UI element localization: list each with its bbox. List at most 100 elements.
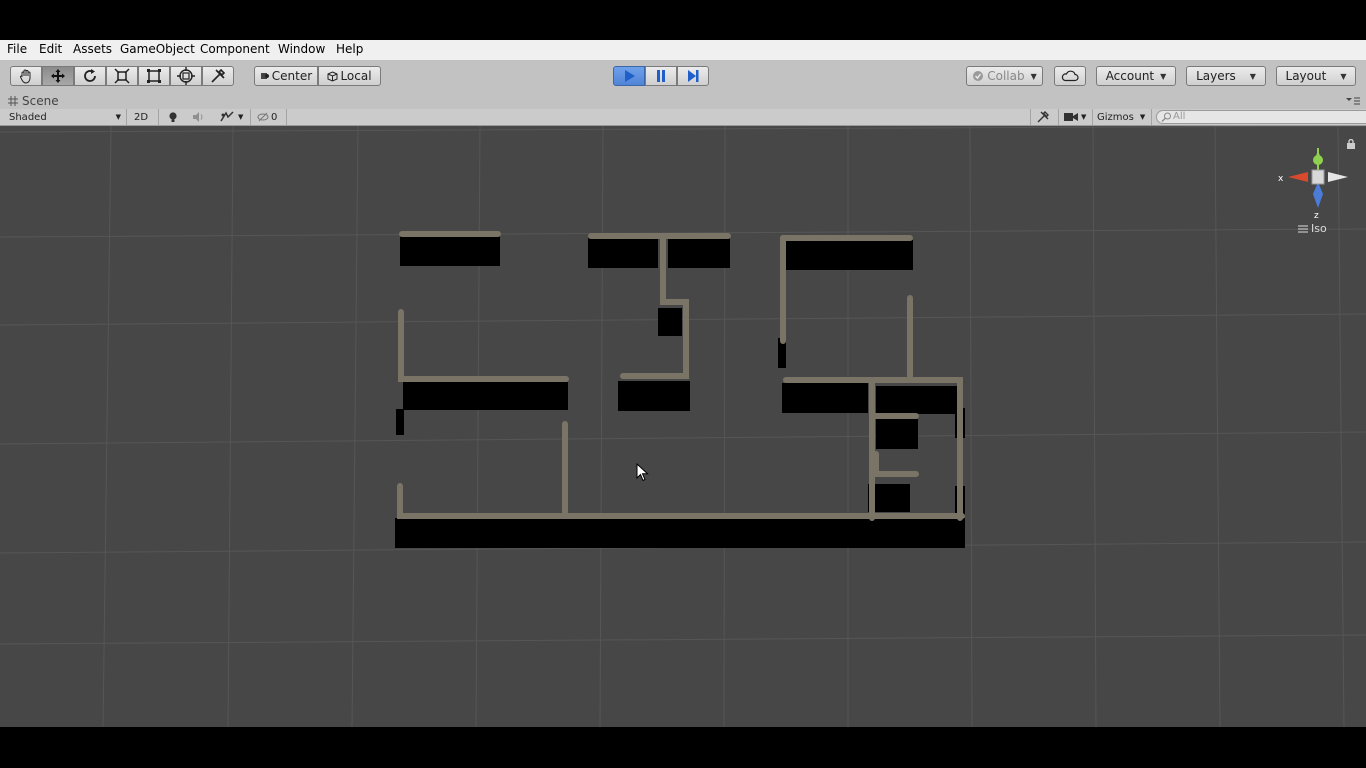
layers-caret-icon: ▼: [1249, 71, 1256, 81]
menu-help[interactable]: Help: [336, 42, 363, 56]
layers-dropdown[interactable]: Layers ▼: [1186, 66, 1266, 86]
center-label: Center: [271, 69, 313, 83]
tools-icon: [211, 68, 226, 83]
menu-edit[interactable]: Edit: [39, 42, 62, 56]
menu-bar: File Edit Assets GameObject Component Wi…: [0, 40, 1366, 60]
projection-lines-icon: [1298, 225, 1308, 232]
grid-hash-icon: [8, 96, 18, 106]
separator: [126, 109, 127, 125]
local-label: Local: [340, 69, 372, 83]
custom-tool-button[interactable]: [202, 66, 234, 86]
scene-grid: [0, 126, 1366, 727]
audio-toggle[interactable]: [192, 110, 206, 124]
transform-tool-button[interactable]: [170, 66, 202, 86]
play-button[interactable]: [613, 66, 645, 86]
gizmos-dropdown[interactable]: Gizmos ▼: [1097, 110, 1149, 124]
hidden-objects-toggle[interactable]: 0: [257, 110, 281, 124]
projection-label: Iso: [1311, 222, 1327, 235]
search-icon: [1161, 112, 1171, 122]
camera-dropdown[interactable]: ▼: [1064, 110, 1090, 124]
menu-file[interactable]: File: [7, 42, 27, 56]
lighting-toggle[interactable]: [167, 110, 181, 124]
level-layout: [395, 231, 965, 548]
menu-gameobject[interactable]: GameObject: [120, 42, 195, 56]
gizmos-caret-icon: ▼: [1139, 113, 1146, 121]
eye-slash-icon: [257, 112, 269, 122]
shading-mode-label: Shaded: [9, 111, 47, 123]
check-icon: [973, 71, 984, 81]
separator: [1092, 109, 1093, 125]
move-tool-button[interactable]: [42, 66, 74, 86]
mouse-cursor-icon: [636, 463, 649, 482]
gizmos-label: Gizmos: [1097, 111, 1134, 123]
2d-toggle[interactable]: 2D: [134, 110, 150, 124]
layers-label: Layers: [1196, 69, 1236, 83]
pivot-icon: [260, 73, 269, 79]
projection-toggle[interactable]: Iso: [1298, 222, 1327, 235]
menu-assets[interactable]: Assets: [73, 42, 112, 56]
scene-viewport[interactable]: x z Iso: [0, 126, 1366, 727]
play-icon: [625, 70, 635, 82]
effects-caret-icon: ▼: [238, 113, 244, 121]
scene-search-input[interactable]: All: [1156, 110, 1366, 124]
hand-tool-button[interactable]: [10, 66, 42, 86]
pause-button[interactable]: [645, 66, 677, 86]
effects-dropdown[interactable]: ▼: [220, 110, 246, 124]
scale-tool-button[interactable]: [106, 66, 138, 86]
menu-window[interactable]: Window: [278, 42, 325, 56]
axis-z-label: z: [1314, 211, 1319, 220]
cloud-icon: [1061, 70, 1079, 82]
hand-icon: [20, 69, 31, 84]
letterbox-bottom: [0, 727, 1366, 768]
cloud-button[interactable]: [1054, 66, 1086, 86]
camera-caret-icon: ▼: [1081, 113, 1087, 121]
step-icon: [688, 70, 699, 82]
tab-menu-icon[interactable]: [1346, 97, 1360, 105]
collab-caret-icon: ▼: [1030, 71, 1037, 81]
menu-component[interactable]: Component: [200, 42, 270, 56]
search-placeholder: All: [1173, 111, 1186, 122]
main-toolbar: Center Local Collab ▼ Account ▼ Layers ▼…: [0, 60, 1366, 93]
hidden-count: 0: [271, 111, 278, 123]
account-caret-icon: ▼: [1160, 71, 1167, 81]
separator: [250, 109, 251, 125]
effects-icon: [220, 111, 234, 122]
rect-transform-icon: [147, 69, 161, 83]
rect-tool-button[interactable]: [138, 66, 170, 86]
camera-icon: [1064, 113, 1078, 121]
layout-caret-icon: ▼: [1340, 71, 1347, 81]
letterbox-top: [0, 0, 1366, 40]
separator: [1151, 109, 1152, 125]
speaker-icon: [193, 112, 203, 122]
lightbulb-icon: [169, 112, 177, 122]
wrench-cross-icon: [1037, 111, 1049, 123]
step-button[interactable]: [677, 66, 709, 86]
separator: [1030, 109, 1031, 125]
scene-tab-bar: Scene: [0, 93, 1366, 109]
scale-icon: [114, 68, 130, 84]
layout-label: Layout: [1285, 69, 1327, 83]
separator: [158, 109, 159, 125]
account-label: Account: [1105, 69, 1155, 83]
local-cube-icon: [327, 70, 338, 82]
layout-dropdown[interactable]: Layout ▼: [1276, 66, 1356, 86]
collab-dropdown[interactable]: Collab ▼: [966, 66, 1043, 86]
separator: [286, 109, 287, 125]
pause-icon: [657, 70, 665, 82]
account-dropdown[interactable]: Account ▼: [1096, 66, 1176, 86]
collab-label: Collab: [987, 69, 1025, 83]
scene-tools-button[interactable]: [1037, 110, 1051, 124]
separator: [1058, 109, 1059, 125]
2d-label: 2D: [134, 111, 149, 123]
rotate-tool-button[interactable]: [74, 66, 106, 86]
pivot-local-toggle[interactable]: Local: [318, 66, 381, 86]
scene-tab[interactable]: Scene: [8, 94, 59, 108]
pivot-center-toggle[interactable]: Center: [254, 66, 318, 86]
shading-caret-icon: ▼: [115, 113, 121, 121]
orientation-gizmo[interactable]: x z: [1270, 140, 1360, 220]
rotate-icon: [84, 69, 96, 82]
move-arrows-icon: [51, 69, 65, 83]
shading-mode-dropdown[interactable]: Shaded ▼: [9, 110, 121, 124]
scene-tab-label: Scene: [22, 94, 59, 108]
axis-x-label: x: [1278, 174, 1284, 184]
